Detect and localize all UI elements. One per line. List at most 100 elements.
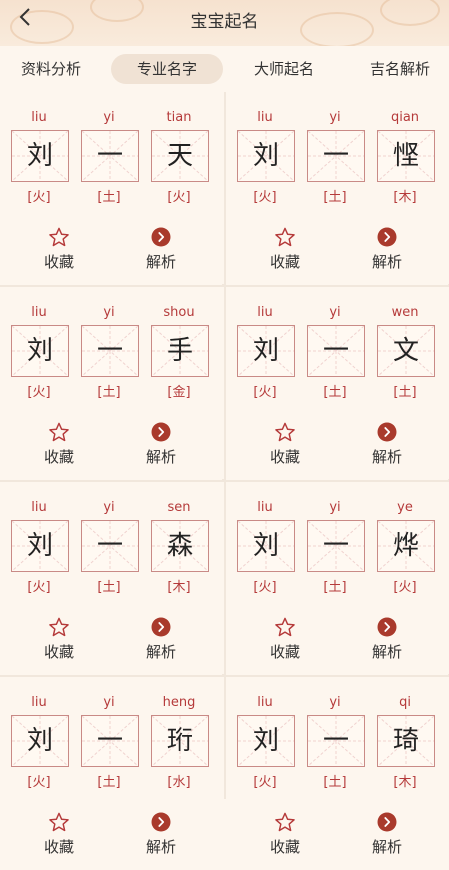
character-box: 手 [151, 325, 209, 377]
pinyin-label: wen [391, 305, 419, 320]
five-element-label: [土] [323, 385, 347, 400]
five-element-label: [土] [97, 580, 121, 595]
character-box: 一 [81, 715, 139, 767]
star-outline-icon [275, 227, 295, 247]
name-character: 森 [166, 531, 193, 561]
character-box: 刘 [237, 715, 295, 767]
analyze-button[interactable]: 解析 [131, 227, 191, 272]
analyze-button[interactable]: 解析 [357, 617, 417, 662]
favorite-label: 收藏 [43, 253, 74, 271]
character-box: 天 [151, 130, 209, 182]
character-box: 一 [307, 715, 365, 767]
five-element-label: [土] [97, 775, 121, 790]
pinyin-label: yi [329, 500, 341, 515]
pinyin-label: yi [103, 305, 115, 320]
name-card: liu 刘 [火] yi 一 [土] ye 烨 [火] 收藏 解析 [226, 482, 448, 675]
five-element-label: [土] [323, 190, 347, 205]
tab-profile-analysis[interactable]: 资料分析 [10, 54, 92, 84]
analyze-button[interactable]: 解析 [131, 422, 191, 467]
favorite-button[interactable]: 收藏 [29, 812, 89, 857]
name-character: 一 [322, 141, 349, 171]
page-title: 宝宝起名 [190, 12, 259, 32]
chevron-right-circle-icon [377, 227, 397, 247]
name-character: 一 [322, 531, 349, 561]
tab-professional-names[interactable]: 专业名字 [111, 54, 223, 84]
star-outline-icon [275, 617, 295, 637]
five-element-label: [土] [97, 190, 121, 205]
character-box: 刘 [11, 715, 69, 767]
favorite-label: 收藏 [269, 448, 300, 466]
pinyin-label: liu [31, 110, 47, 125]
five-element-label: [木] [393, 775, 417, 790]
analyze-label: 解析 [145, 448, 176, 466]
character-box: 刘 [11, 130, 69, 182]
five-element-label: [水] [167, 775, 191, 790]
character-box: 一 [81, 325, 139, 377]
app-header: 宝宝起名 [0, 0, 449, 46]
five-element-label: [土] [393, 385, 417, 400]
character-box: 文 [377, 325, 435, 377]
star-outline-icon [49, 812, 69, 832]
character-box: 悭 [377, 130, 435, 182]
character-box: 一 [307, 520, 365, 572]
pinyin-label: ye [397, 500, 413, 515]
tab-master-naming[interactable]: 大师起名 [242, 54, 326, 84]
favorite-label: 收藏 [43, 448, 74, 466]
five-element-label: [火] [27, 385, 51, 400]
name-card: liu 刘 [火] yi 一 [土] wen 文 [土] 收藏 解析 [226, 287, 448, 480]
analyze-button[interactable]: 解析 [357, 227, 417, 272]
pinyin-label: yi [329, 305, 341, 320]
five-element-label: [土] [97, 385, 121, 400]
analyze-button[interactable]: 解析 [357, 812, 417, 857]
character-box: 一 [307, 325, 365, 377]
analyze-label: 解析 [371, 643, 402, 661]
character-box: 一 [307, 130, 365, 182]
favorite-label: 收藏 [269, 253, 300, 271]
pinyin-label: liu [257, 695, 273, 710]
character-box: 一 [81, 130, 139, 182]
five-element-label: [火] [393, 580, 417, 595]
analyze-button[interactable]: 解析 [131, 617, 191, 662]
favorite-button[interactable]: 收藏 [29, 422, 89, 467]
name-character: 一 [96, 726, 123, 756]
name-card: liu 刘 [火] yi 一 [土] qian 悭 [木] 收藏 解析 [226, 92, 448, 285]
favorite-label: 收藏 [43, 838, 74, 856]
favorite-button[interactable]: 收藏 [255, 227, 315, 272]
favorite-button[interactable]: 收藏 [255, 812, 315, 857]
five-element-label: [火] [253, 190, 277, 205]
name-character: 刘 [26, 141, 53, 171]
favorite-label: 收藏 [269, 838, 300, 856]
favorite-button[interactable]: 收藏 [29, 617, 89, 662]
name-character: 刘 [252, 336, 279, 366]
chevron-right-circle-icon [377, 422, 397, 442]
tab-name-analysis[interactable]: 吉名解析 [358, 54, 442, 84]
five-element-label: [土] [323, 775, 347, 790]
five-element-label: [火] [27, 775, 51, 790]
analyze-label: 解析 [371, 838, 402, 856]
pinyin-label: liu [31, 695, 47, 710]
five-element-label: [火] [167, 190, 191, 205]
pinyin-label: shou [163, 305, 195, 320]
pinyin-label: tian [166, 110, 192, 125]
pinyin-label: yi [329, 110, 341, 125]
name-character: 一 [96, 531, 123, 561]
chevron-right-circle-icon [151, 812, 171, 832]
character-box: 刘 [11, 325, 69, 377]
analyze-button[interactable]: 解析 [357, 422, 417, 467]
analyze-button[interactable]: 解析 [131, 812, 191, 857]
favorite-button[interactable]: 收藏 [29, 227, 89, 272]
pinyin-label: qi [399, 695, 411, 710]
pinyin-label: yi [103, 110, 115, 125]
name-card: liu 刘 [火] yi 一 [土] heng 珩 [水] 收藏 解析 [0, 677, 222, 870]
name-character: 一 [96, 336, 123, 366]
character-box: 刘 [237, 520, 295, 572]
character-box: 刘 [11, 520, 69, 572]
favorite-button[interactable]: 收藏 [255, 422, 315, 467]
star-outline-icon [49, 617, 69, 637]
tab-bar: 资料分析 专业名字 大师起名 吉名解析 [0, 46, 449, 92]
name-character: 一 [96, 141, 123, 171]
pinyin-label: yi [103, 695, 115, 710]
favorite-button[interactable]: 收藏 [255, 617, 315, 662]
analyze-label: 解析 [145, 253, 176, 271]
character-box: 刘 [237, 130, 295, 182]
